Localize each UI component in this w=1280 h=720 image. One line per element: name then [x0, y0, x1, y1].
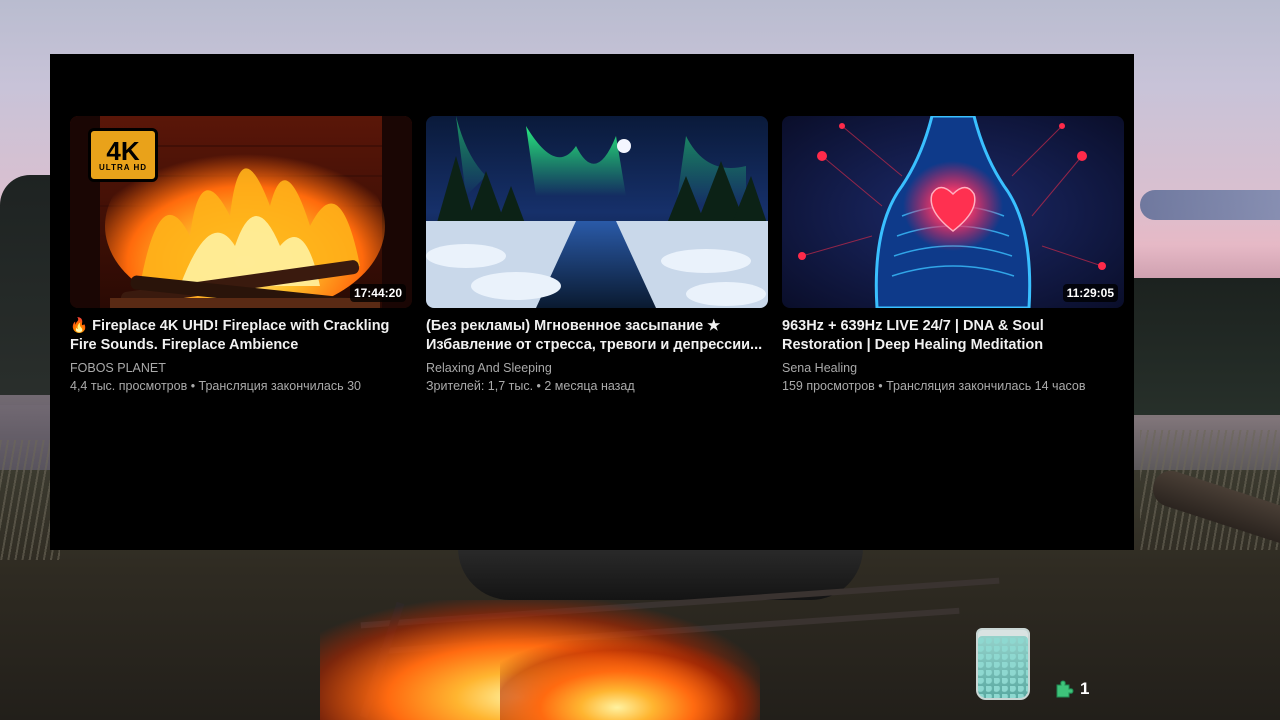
video-card[interactable]: (Без рекламы) Мгновенное засыпание ★ Изб…	[426, 116, 768, 395]
video-title-line: 963Hz + 639Hz LIVE 24/7 | DNA & Soul	[782, 318, 1044, 334]
badge-4k-label: 4K	[106, 135, 140, 166]
video-meta: 4,4 тыс. просмотров • Трансляция закончи…	[70, 379, 362, 393]
video-meta: 159 просмотров • Трансляция закончилась …	[782, 379, 1086, 393]
video-title-line: Fire Sounds. Fireplace Ambience	[70, 337, 299, 353]
video-recommendations-panel: 4K ULTRA HD 17:44:20 🔥 Fireplace 4K UHD!…	[50, 54, 1134, 550]
cloud	[1140, 190, 1280, 220]
video-title-line: (Без рекламы) Мгновенное засыпание ★	[426, 318, 721, 334]
video-thumbnail-fireplace[interactable]: 4K ULTRA HD 17:44:20	[70, 116, 412, 308]
puzzle-counter[interactable]: 1	[1054, 678, 1089, 700]
video-card[interactable]: 4K ULTRA HD 17:44:20 🔥 Fireplace 4K UHD!…	[70, 116, 412, 395]
video-title-line: 🔥 Fireplace 4K UHD! Fireplace with Crack…	[70, 318, 390, 334]
video-duration: 11:29:05	[1062, 284, 1118, 302]
badge-ultrahd-label: ULTRA HD	[99, 162, 147, 172]
video-thumbnail-aurora[interactable]	[426, 116, 768, 308]
video-meta: Зрителей: 1,7 тыс. • 2 месяца назад	[426, 379, 635, 393]
glowing-heart-anatomy-image	[782, 116, 1124, 308]
video-card[interactable]: 11:29:05 963Hz + 639Hz LIVE 24/7 | DNA &…	[782, 116, 1124, 395]
puzzle-piece-icon	[1056, 680, 1074, 698]
video-title-line: Избавление от стресса, тревоги и депресс…	[426, 337, 763, 353]
video-thumbnail-heart[interactable]: 11:29:05	[782, 116, 1124, 308]
campfire-embers	[500, 640, 760, 720]
video-title[interactable]: 963Hz + 639Hz LIVE 24/7 | DNA & Soul Res…	[782, 317, 1124, 355]
treeline-right	[1130, 278, 1280, 418]
aurora-river-image	[426, 116, 768, 308]
4k-ultra-hd-badge: 4K ULTRA HD	[88, 128, 158, 182]
jar-icon[interactable]	[976, 628, 1030, 700]
channel-name[interactable]: Relaxing And Sleeping	[426, 359, 768, 377]
video-title[interactable]: 🔥 Fireplace 4K UHD! Fireplace with Crack…	[70, 317, 412, 355]
video-title-line: Restoration | Deep Healing Meditation	[782, 337, 1044, 353]
channel-name[interactable]: Sena Healing	[782, 359, 1124, 377]
counter-value: 1	[1080, 679, 1090, 698]
channel-name[interactable]: FOBOS PLANET	[70, 359, 412, 377]
video-title[interactable]: (Без рекламы) Мгновенное засыпание ★ Изб…	[426, 317, 768, 355]
video-duration: 17:44:20	[349, 284, 406, 302]
